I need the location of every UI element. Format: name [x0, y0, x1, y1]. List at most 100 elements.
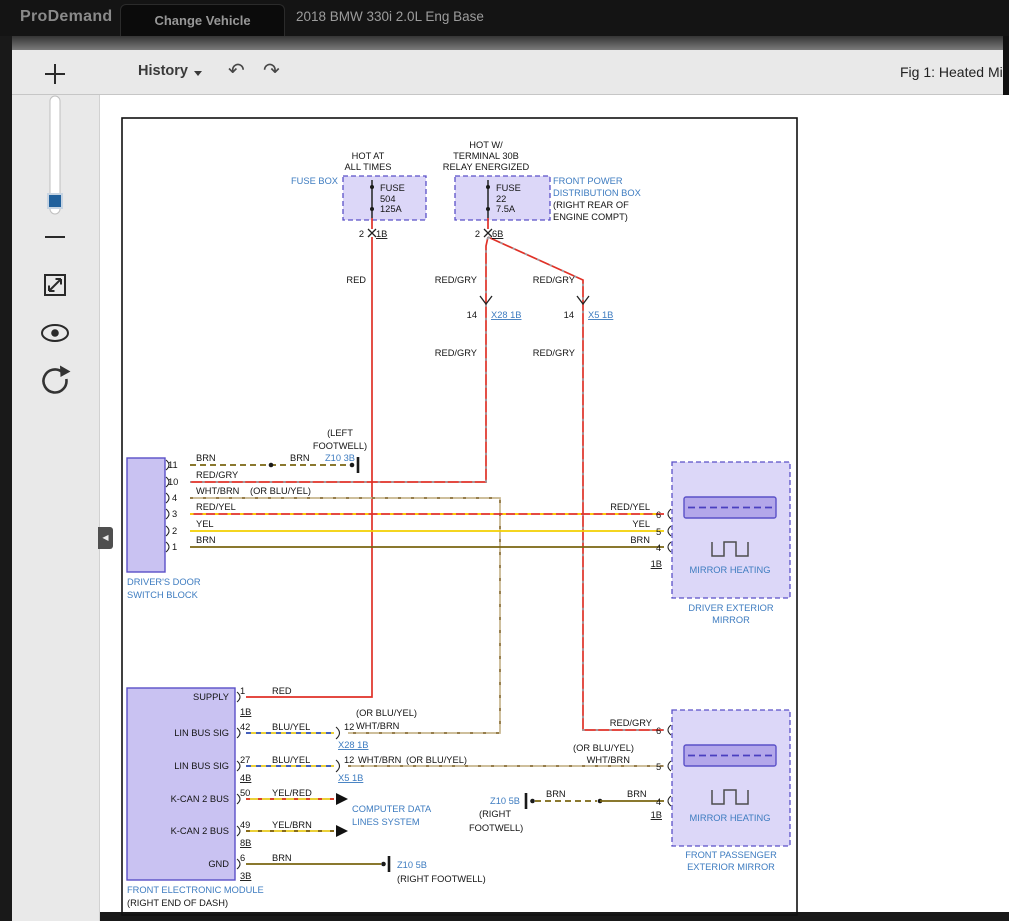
conn12-pin-a: 12 [344, 722, 354, 732]
sb-pin-11: 11 [168, 460, 178, 470]
fem-name-1[interactable]: FRONT ELECTRONIC MODULE [127, 885, 264, 895]
fem-wire-bluyel-2: BLU/YEL [272, 755, 310, 765]
fem-bus-3b: 3B [240, 871, 251, 881]
fuse1-bus: 1B [376, 229, 387, 239]
fem-wire-red: RED [272, 686, 292, 696]
zoom-in-button[interactable] [45, 64, 65, 84]
switch-block-name-2[interactable]: SWITCH BLOCK [127, 590, 199, 600]
sb-wire-redyel: RED/YEL [196, 502, 236, 512]
fem-z10-5b-loc: (RIGHT FOOTWELL) [397, 874, 486, 884]
fit-screen-button[interactable] [45, 275, 65, 295]
fem-label-supply: SUPPLY [193, 692, 229, 702]
sb-pin-2: 2 [172, 526, 177, 536]
fem42-x28-link[interactable]: X28 1B [338, 740, 369, 750]
computer-data-label-2[interactable]: LINES SYSTEM [352, 817, 420, 827]
z10-3b-link[interactable]: Z10 3B [325, 453, 355, 463]
visibility-button[interactable] [42, 325, 68, 341]
mid-wire-brn-b: BRN [627, 789, 647, 799]
refresh-icon [43, 366, 70, 393]
pm-pin-5: 5 [656, 762, 661, 772]
mid-z10-5b-loc-2: FOOTWELL) [469, 823, 523, 833]
zoom-slider-handle[interactable] [48, 194, 62, 208]
wire-label-redgry-4: RED/GRY [533, 348, 575, 358]
undo-button[interactable]: ↶ [228, 58, 245, 83]
fem42-orbluyel: (OR BLU/YEL) [356, 708, 417, 718]
sb-wire-redgry: RED/GRY [196, 470, 238, 480]
fem27-x5-link[interactable]: X5 1B [338, 773, 363, 783]
pm-whtbrn: WHT/BRN [587, 755, 630, 765]
connector-x5-link[interactable]: X5 1B [588, 310, 613, 320]
fuse2-name: FUSE [496, 183, 521, 193]
fem-label-kcan-2: K-CAN 2 BUS [171, 826, 229, 836]
redo-button[interactable]: ↷ [263, 58, 280, 83]
connector-x5-pin: 14 [564, 310, 574, 320]
vehicle-title: 2018 BMW 330i 2.0L Eng Base [296, 9, 484, 24]
history-dropdown[interactable]: History [138, 63, 188, 79]
fem-bus-8b: 8B [240, 838, 251, 848]
dm-pin-5: 5 [656, 527, 661, 537]
dist-box-label-1[interactable]: FRONT POWER [553, 176, 623, 186]
connector-x28-link[interactable]: X28 1B [491, 310, 522, 320]
app-title-bar: ProDemand Change Vehicle 2018 BMW 330i 2… [0, 0, 1009, 36]
eye-icon [42, 325, 68, 341]
fuse2-pin: 2 [475, 229, 480, 239]
dm-name-1[interactable]: DRIVER EXTERIOR [688, 603, 774, 613]
fuse2-bus: 6B [492, 229, 503, 239]
pm-wire-redgry: RED/GRY [610, 718, 652, 728]
dm-name-2[interactable]: MIRROR [712, 615, 750, 625]
fuse-box-label[interactable]: FUSE BOX [291, 176, 338, 186]
fuse1-rating: 125A [380, 204, 403, 214]
dist-box-label-4: ENGINE COMPT) [553, 212, 628, 222]
front-electronic-module-box[interactable] [127, 688, 235, 880]
pm-name-2[interactable]: EXTERIOR MIRROR [687, 862, 775, 872]
right-scroll-strip[interactable] [1003, 36, 1009, 95]
mid-wire-brn-a: BRN [546, 789, 566, 799]
dist-box-label-2[interactable]: DISTRIBUTION BOX [553, 188, 641, 198]
fem-pin-1: 1 [240, 686, 245, 696]
dm-heating-label[interactable]: MIRROR HEATING [690, 565, 771, 575]
fem-label-lin-1: LIN BUS SIG [174, 728, 229, 738]
z10-3b-loc-2: FOOTWELL) [313, 441, 367, 451]
splice-dot-pin11 [269, 463, 274, 468]
computer-data-label-1[interactable]: COMPUTER DATA [352, 804, 432, 814]
sb-pin-3: 3 [172, 509, 177, 519]
wire-label-red: RED [346, 275, 366, 285]
pm-name-1[interactable]: FRONT PASSENGER [685, 850, 777, 860]
sb-wire-brn-a: BRN [196, 453, 216, 463]
dm-wire-yel: YEL [632, 519, 650, 529]
expand-icon [45, 275, 65, 295]
sb-wire-brn-c: BRN [196, 535, 216, 545]
mid-z10-5b-link[interactable]: Z10 5B [490, 796, 520, 806]
refresh-button[interactable] [43, 366, 70, 393]
conn12-pin-b: 12 [344, 755, 354, 765]
drivers-door-switch-block-box[interactable] [127, 458, 165, 572]
pm-heating-label[interactable]: MIRROR HEATING [690, 813, 771, 823]
fuse2-id: 22 [496, 194, 506, 204]
fem-label-lin-2: LIN BUS SIG [174, 761, 229, 771]
junction-x-fuse22 [484, 229, 492, 237]
sb-pin-1: 1 [172, 542, 177, 552]
passenger-mirror-box[interactable] [672, 710, 790, 846]
change-vehicle-button[interactable]: Change Vehicle [120, 4, 285, 36]
hot-at-label-1: HOT AT [352, 151, 385, 161]
fuse1-pin: 2 [359, 229, 364, 239]
fem27-orbluyel: (OR BLU/YEL) [406, 755, 467, 765]
sb-wire-yel: YEL [196, 519, 214, 529]
dm-pin-4: 4 [656, 543, 661, 553]
hot-relay-label-3: RELAY ENERGIZED [443, 162, 530, 172]
titlebar-shadow [0, 36, 1009, 50]
hot-relay-label-2: TERMINAL 30B [453, 151, 519, 161]
figure-title: Fig 1: Heated Mi [900, 64, 1009, 80]
switch-block-name-1[interactable]: DRIVER'S DOOR [127, 577, 201, 587]
z10-3b-loc-1: (LEFT [327, 428, 353, 438]
sb-pin-10: 10 [168, 477, 178, 487]
chevron-down-icon[interactable] [194, 71, 202, 76]
driver-mirror-box[interactable] [672, 462, 790, 598]
fem-wire-brn: BRN [272, 853, 292, 863]
pm-orbluyel: (OR BLU/YEL) [573, 743, 634, 753]
app-logo: ProDemand [20, 8, 113, 26]
fem-z10-5b-link[interactable]: Z10 5B [397, 860, 427, 870]
left-edge-strip [0, 36, 12, 921]
fem-pin-42: 42 [240, 722, 250, 732]
fuse1-id: 504 [380, 194, 396, 204]
